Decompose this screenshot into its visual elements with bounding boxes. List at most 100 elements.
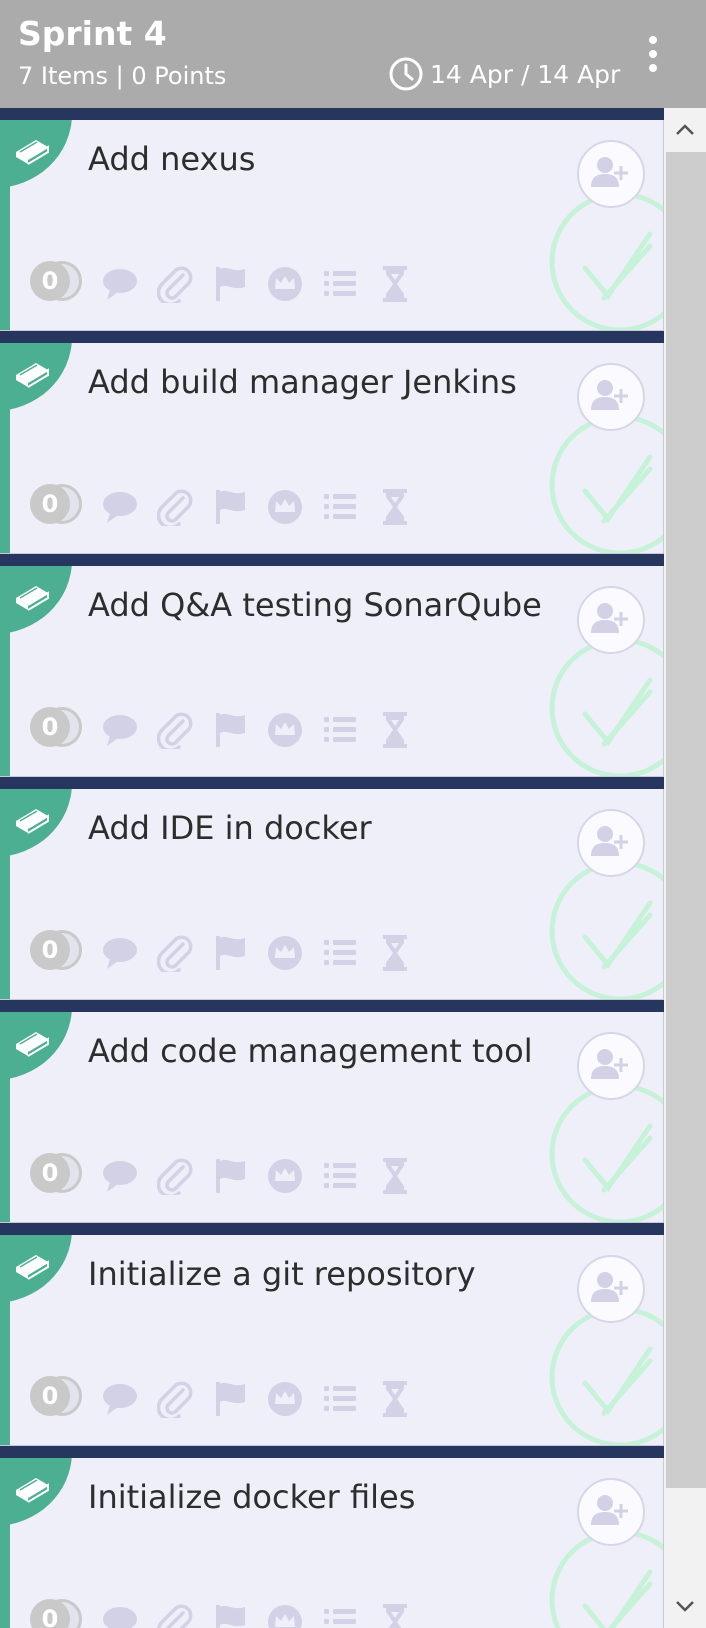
list-icon[interactable] [320, 710, 360, 750]
card-body[interactable]: Add nexus 0 [0, 120, 664, 331]
list-icon[interactable] [320, 264, 360, 304]
crown-icon[interactable] [265, 264, 305, 304]
comment-icon[interactable] [100, 933, 140, 973]
assign-user-button[interactable] [577, 809, 645, 877]
scrollbar-thumb[interactable] [666, 152, 706, 1488]
list-icon[interactable] [320, 1379, 360, 1419]
clock-icon [389, 57, 423, 91]
hourglass-icon[interactable] [375, 487, 415, 527]
crown-icon[interactable] [265, 1602, 305, 1628]
backlog-card[interactable]: Initialize a git repository 0 [0, 1223, 664, 1446]
backlog-card[interactable]: Add code management tool 0 [0, 1000, 664, 1223]
flag-icon[interactable] [210, 710, 250, 750]
backlog-card[interactable]: Add IDE in docker 0 [0, 777, 664, 1000]
flag-icon[interactable] [210, 1379, 250, 1419]
crown-icon[interactable] [265, 487, 305, 527]
comment-icon[interactable] [100, 1156, 140, 1196]
flag-icon[interactable] [210, 1602, 250, 1628]
hourglass-icon[interactable] [375, 1602, 415, 1628]
assign-user-button[interactable] [577, 140, 645, 208]
points-badge[interactable]: 0 [28, 707, 86, 747]
crown-icon[interactable] [265, 1156, 305, 1196]
sprint-date-range: 14 Apr / 14 Apr [388, 56, 620, 92]
crown-icon[interactable] [265, 933, 305, 973]
backlog-card[interactable]: Initialize docker files 0 [0, 1446, 664, 1628]
card-header-bar [0, 554, 664, 566]
card-header-bar [0, 1446, 664, 1458]
card-body[interactable]: Add build manager Jenkins 0 [0, 343, 664, 554]
done-check-icon [548, 190, 663, 330]
attachment-icon[interactable] [155, 1602, 195, 1628]
points-badge[interactable]: 0 [28, 1599, 86, 1628]
points-badge[interactable]: 0 [28, 1376, 86, 1416]
points-badge[interactable]: 0 [28, 261, 86, 301]
points-badge[interactable]: 0 [28, 484, 86, 524]
list-icon[interactable] [320, 487, 360, 527]
add-user-icon [590, 155, 632, 193]
flag-icon[interactable] [210, 933, 250, 973]
comment-icon[interactable] [100, 487, 140, 527]
comment-icon[interactable] [100, 264, 140, 304]
attachment-icon[interactable] [155, 1379, 195, 1419]
card-title[interactable]: Add build manager Jenkins [88, 363, 517, 401]
comment-icon[interactable] [100, 1379, 140, 1419]
card-body[interactable]: Initialize a git repository 0 [0, 1235, 664, 1446]
crown-icon[interactable] [265, 1379, 305, 1419]
story-book-icon [12, 801, 52, 837]
card-body[interactable]: Add code management tool 0 [0, 1012, 664, 1223]
story-book-icon [12, 132, 52, 168]
card-header-bar [0, 108, 664, 120]
hourglass-icon[interactable] [375, 1379, 415, 1419]
done-check-icon [548, 1305, 663, 1445]
comment-icon[interactable] [100, 710, 140, 750]
attachment-icon[interactable] [155, 264, 195, 304]
sprint-header: Sprint 4 7 Items | 0 Points 14 Apr / 14 … [0, 0, 706, 108]
backlog-card[interactable]: Add Q&A testing SonarQube 0 [0, 554, 664, 777]
more-menu-button[interactable] [644, 34, 662, 74]
assign-user-button[interactable] [577, 1255, 645, 1323]
assign-user-button[interactable] [577, 1478, 645, 1546]
hourglass-icon[interactable] [375, 933, 415, 973]
done-check-icon [548, 413, 663, 553]
card-title[interactable]: Add Q&A testing SonarQube [88, 586, 542, 624]
hourglass-icon[interactable] [375, 710, 415, 750]
card-body[interactable]: Add IDE in docker 0 [0, 789, 664, 1000]
attachment-icon[interactable] [155, 1156, 195, 1196]
hourglass-icon[interactable] [375, 264, 415, 304]
hourglass-icon[interactable] [375, 1156, 415, 1196]
card-body[interactable]: Add Q&A testing SonarQube 0 [0, 566, 664, 777]
backlog-card[interactable]: Add nexus 0 [0, 108, 664, 331]
backlog-card[interactable]: Add build manager Jenkins 0 [0, 331, 664, 554]
flag-icon[interactable] [210, 264, 250, 304]
add-user-icon [590, 1047, 632, 1085]
crown-icon[interactable] [265, 710, 305, 750]
list-icon[interactable] [320, 933, 360, 973]
flag-icon[interactable] [210, 1156, 250, 1196]
chevron-down-icon [676, 1601, 694, 1612]
assign-user-button[interactable] [577, 586, 645, 654]
scroll-down-button[interactable] [664, 1584, 706, 1628]
story-book-icon [12, 1024, 52, 1060]
vertical-scrollbar[interactable] [664, 108, 706, 1628]
attachment-icon[interactable] [155, 933, 195, 973]
list-icon[interactable] [320, 1156, 360, 1196]
card-body[interactable]: Initialize docker files 0 [0, 1458, 664, 1628]
scroll-up-button[interactable] [664, 108, 706, 152]
attachment-icon[interactable] [155, 487, 195, 527]
card-title[interactable]: Initialize a git repository [88, 1255, 476, 1293]
card-title[interactable]: Add code management tool [88, 1032, 533, 1070]
sprint-summary: 7 Items | 0 Points [18, 62, 227, 90]
list-icon[interactable] [320, 1602, 360, 1628]
card-title[interactable]: Add nexus [88, 140, 255, 178]
assign-user-button[interactable] [577, 1032, 645, 1100]
add-user-icon [590, 378, 632, 416]
points-badge[interactable]: 0 [28, 1153, 86, 1193]
points-badge[interactable]: 0 [28, 930, 86, 970]
attachment-icon[interactable] [155, 710, 195, 750]
points-count: 0 [30, 707, 70, 747]
card-title[interactable]: Add IDE in docker [88, 809, 372, 847]
flag-icon[interactable] [210, 487, 250, 527]
card-title[interactable]: Initialize docker files [88, 1478, 415, 1516]
comment-icon[interactable] [100, 1602, 140, 1628]
assign-user-button[interactable] [577, 363, 645, 431]
